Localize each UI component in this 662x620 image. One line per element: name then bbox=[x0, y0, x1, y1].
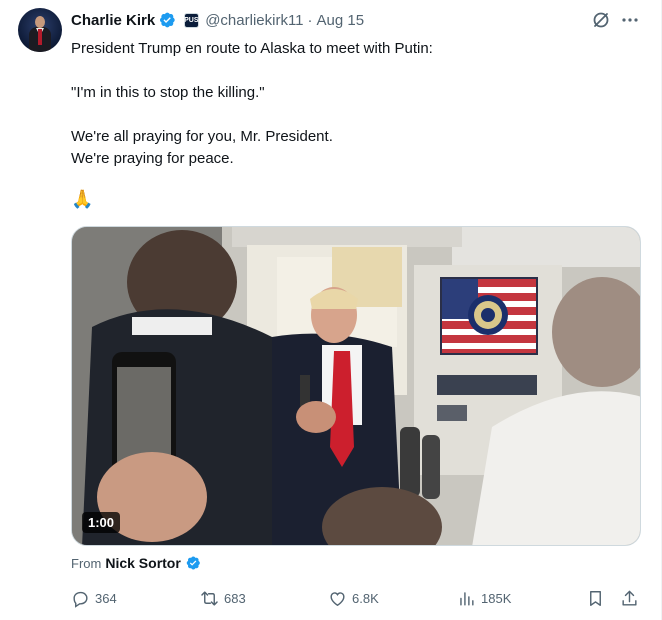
more-icon[interactable] bbox=[620, 10, 640, 30]
bookmark-icon bbox=[590, 591, 601, 606]
tweet[interactable]: Charlie Kirk TPUSA @charliekirk11 · Aug … bbox=[0, 0, 662, 620]
share-icon bbox=[622, 590, 637, 606]
view-count: 185K bbox=[481, 591, 512, 606]
tweet-text-line: President Trump en route to Alaska to me… bbox=[71, 40, 433, 57]
affiliate-badge-icon[interactable]: TPUSA bbox=[180, 12, 204, 28]
avatar[interactable] bbox=[18, 8, 62, 52]
reply-count: 364 bbox=[95, 591, 117, 606]
tweet-text-line: We're praying for peace. bbox=[71, 150, 234, 167]
reply-icon bbox=[73, 591, 88, 608]
reply-button[interactable]: 364 bbox=[71, 589, 117, 608]
video-duration: 1:00 bbox=[82, 512, 121, 533]
video-frame bbox=[72, 227, 640, 545]
grok-icon[interactable] bbox=[591, 10, 611, 30]
like-count: 6.8K bbox=[352, 591, 379, 606]
views-icon bbox=[460, 592, 474, 606]
bookmark-button[interactable] bbox=[586, 589, 605, 608]
author-name[interactable]: Charlie Kirk bbox=[71, 12, 155, 29]
attribution-prefix: From bbox=[71, 555, 102, 571]
tweet-header: Charlie Kirk TPUSA @charliekirk11 · Aug … bbox=[71, 10, 364, 30]
verified-badge-icon[interactable] bbox=[185, 555, 201, 571]
video-player[interactable]: 1:00 bbox=[71, 226, 641, 546]
views-button[interactable]: 185K bbox=[457, 589, 511, 608]
share-button[interactable] bbox=[620, 589, 639, 608]
verified-badge-icon[interactable] bbox=[158, 11, 176, 29]
tweet-actions: 364 683 6.8K 185K bbox=[71, 589, 641, 611]
attribution-source-link[interactable]: Nick Sortor bbox=[105, 555, 180, 571]
tweet-quote-line: "I'm in this to stop the killing." bbox=[71, 84, 265, 101]
video-attribution: From Nick Sortor bbox=[71, 555, 201, 571]
author-handle[interactable]: @charliekirk11 bbox=[205, 12, 303, 29]
repost-button[interactable]: 683 bbox=[200, 589, 246, 608]
header-separator: · bbox=[307, 11, 313, 29]
tweet-text-line: We're all praying for you, Mr. President… bbox=[71, 128, 333, 145]
tweet-date[interactable]: Aug 15 bbox=[317, 12, 365, 29]
repost-count: 683 bbox=[224, 591, 246, 606]
repost-icon bbox=[201, 591, 218, 606]
like-button[interactable]: 6.8K bbox=[328, 589, 379, 608]
praying-hands-emoji: 🙏 bbox=[71, 189, 94, 209]
like-icon bbox=[330, 592, 345, 607]
